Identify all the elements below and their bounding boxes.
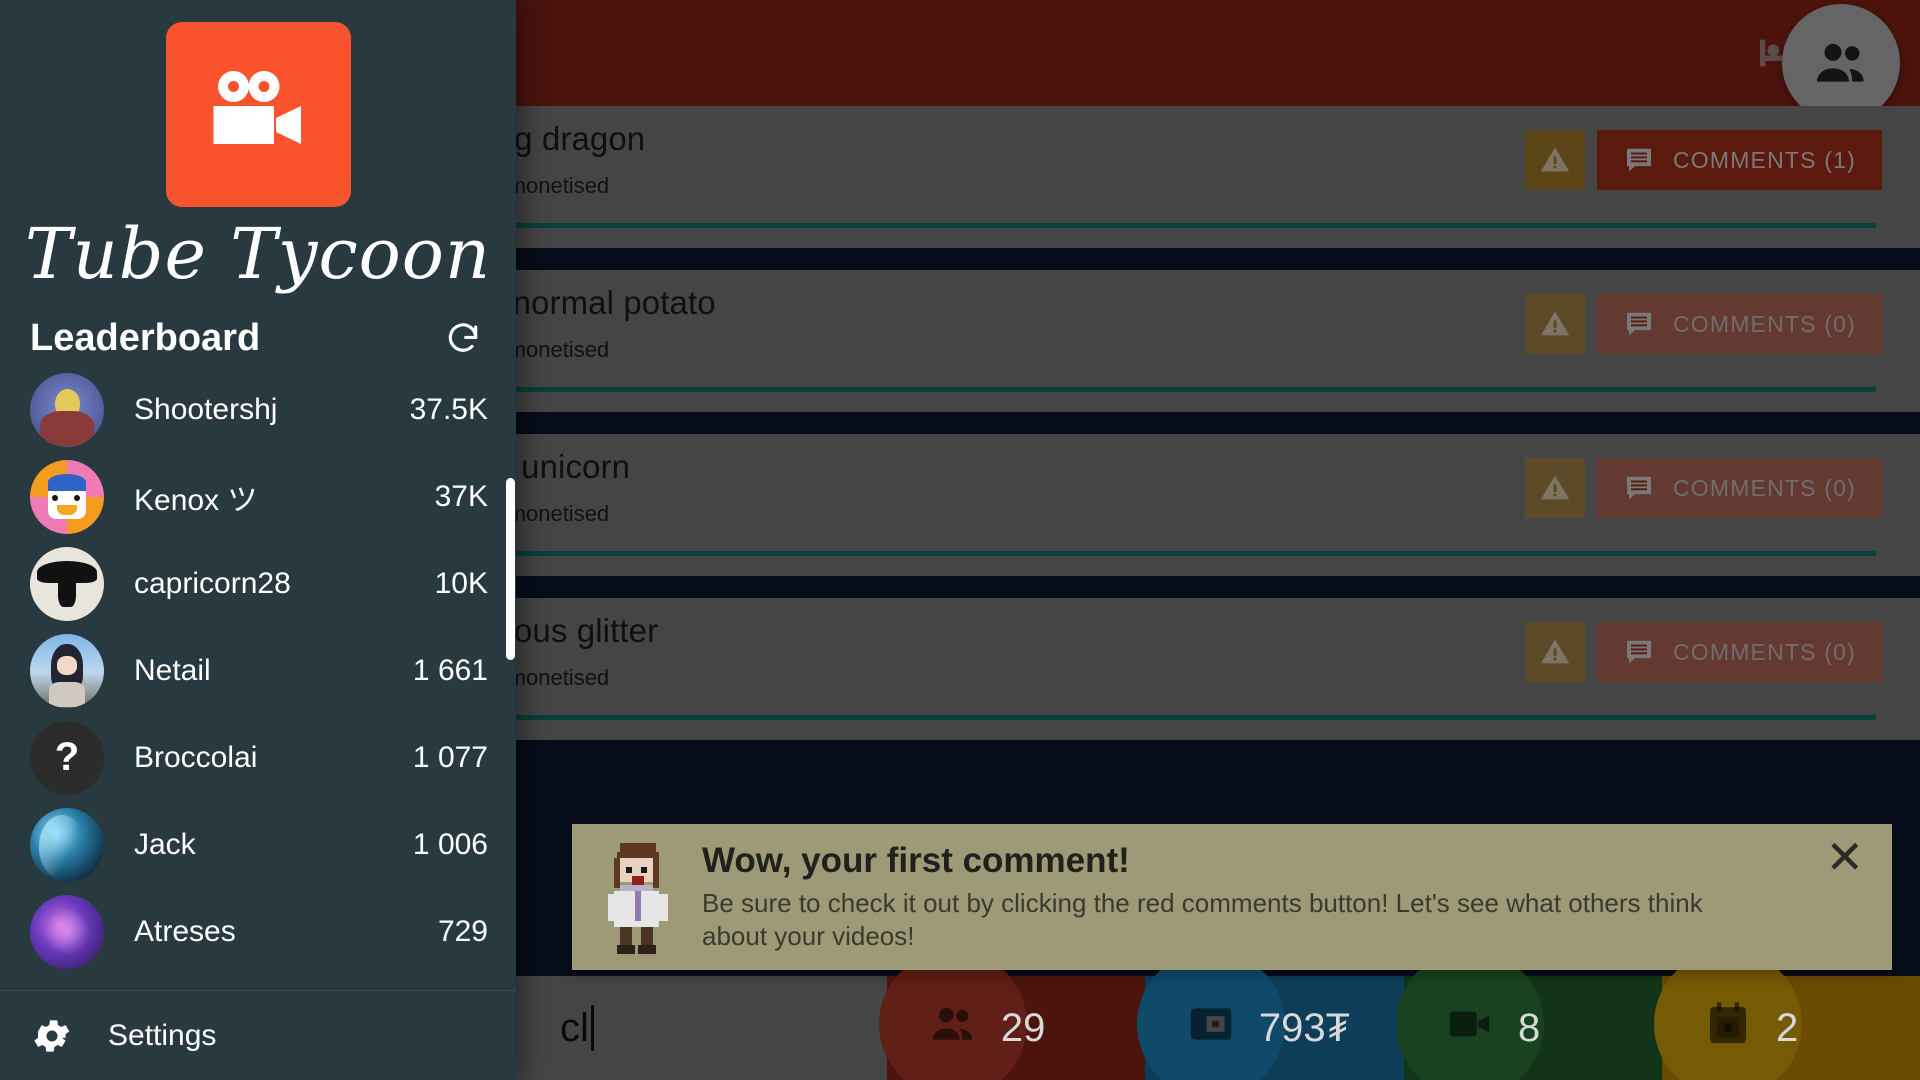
close-icon[interactable]: ✕ [1825, 834, 1864, 880]
stat-value: 8 [1518, 1005, 1541, 1050]
stat-value: 29 [1000, 1005, 1046, 1050]
leaderboard-name: Broccolai [134, 740, 258, 774]
toast-title: Wow, your first comment! [702, 840, 1130, 880]
avatar [30, 546, 104, 621]
gear-icon [30, 1014, 74, 1058]
leaderboard-name: Atreses [134, 914, 236, 948]
notification-toast[interactable]: Wow, your first comment! Be sure to chec… [572, 824, 1892, 970]
leaderboard-score: 1 661 [412, 653, 488, 687]
leaderboard-score: 1 077 [412, 740, 488, 774]
leaderboard-score: 1 006 [412, 827, 488, 861]
leaderboard-row[interactable]: Jack 1 006 [30, 801, 488, 888]
leaderboard-score: 10K [434, 566, 488, 600]
leaderboard-row[interactable]: Kenox ツ 37K [30, 453, 488, 540]
leaderboard-score: 37.5K [409, 392, 488, 426]
avatar [30, 633, 104, 708]
leaderboard-name: Kenox ツ [134, 483, 258, 517]
avatar [30, 372, 104, 447]
leaderboard-score: 37K [434, 479, 488, 513]
leaderboard-row[interactable]: Netail 1 661 [30, 627, 488, 714]
app-brand-title: Tube Tycoon [24, 213, 492, 295]
avatar [30, 894, 104, 969]
leaderboard-row[interactable]: capricorn28 10K [30, 540, 488, 627]
pixel-character-sprite [596, 837, 680, 957]
leaderboard-list[interactable]: Shootershj 37.5K Kenox ツ 37K capricorn28… [0, 366, 516, 990]
leaderboard-name: capricorn28 [134, 566, 291, 600]
leaderboard-scrollbar[interactable] [506, 478, 515, 660]
avatar [30, 459, 104, 534]
toast-body: Be sure to check it out by clicking the … [702, 887, 1703, 951]
leaderboard-row[interactable]: ? Broccolai 1 077 [30, 714, 488, 801]
movie-camera-icon [198, 55, 318, 175]
app-logo [165, 22, 351, 207]
leaderboard-name: Jack [134, 827, 196, 861]
settings-label: Settings [108, 1018, 217, 1052]
stat-value: 793₮ [1258, 1005, 1350, 1050]
leaderboard-header: Leaderboard [0, 295, 516, 366]
sidebar-item-settings[interactable]: Settings [0, 990, 516, 1080]
avatar [30, 807, 104, 882]
leaderboard-name: Shootershj [134, 392, 278, 426]
avatar: ? [30, 720, 104, 795]
refresh-icon[interactable] [444, 320, 482, 358]
leaderboard-row[interactable]: Shootershj 37.5K [30, 366, 488, 453]
leaderboard-score: 729 [437, 914, 488, 948]
leaderboard-name: Netail [134, 653, 211, 687]
leaderboard-title: Leaderboard [30, 317, 261, 359]
leaderboard-row[interactable]: Atreses 729 [30, 888, 488, 975]
stat-value: 2 [1776, 1005, 1799, 1050]
navigation-drawer: Tube Tycoon Leaderboard Shootershj 37.5K… [0, 0, 516, 1080]
